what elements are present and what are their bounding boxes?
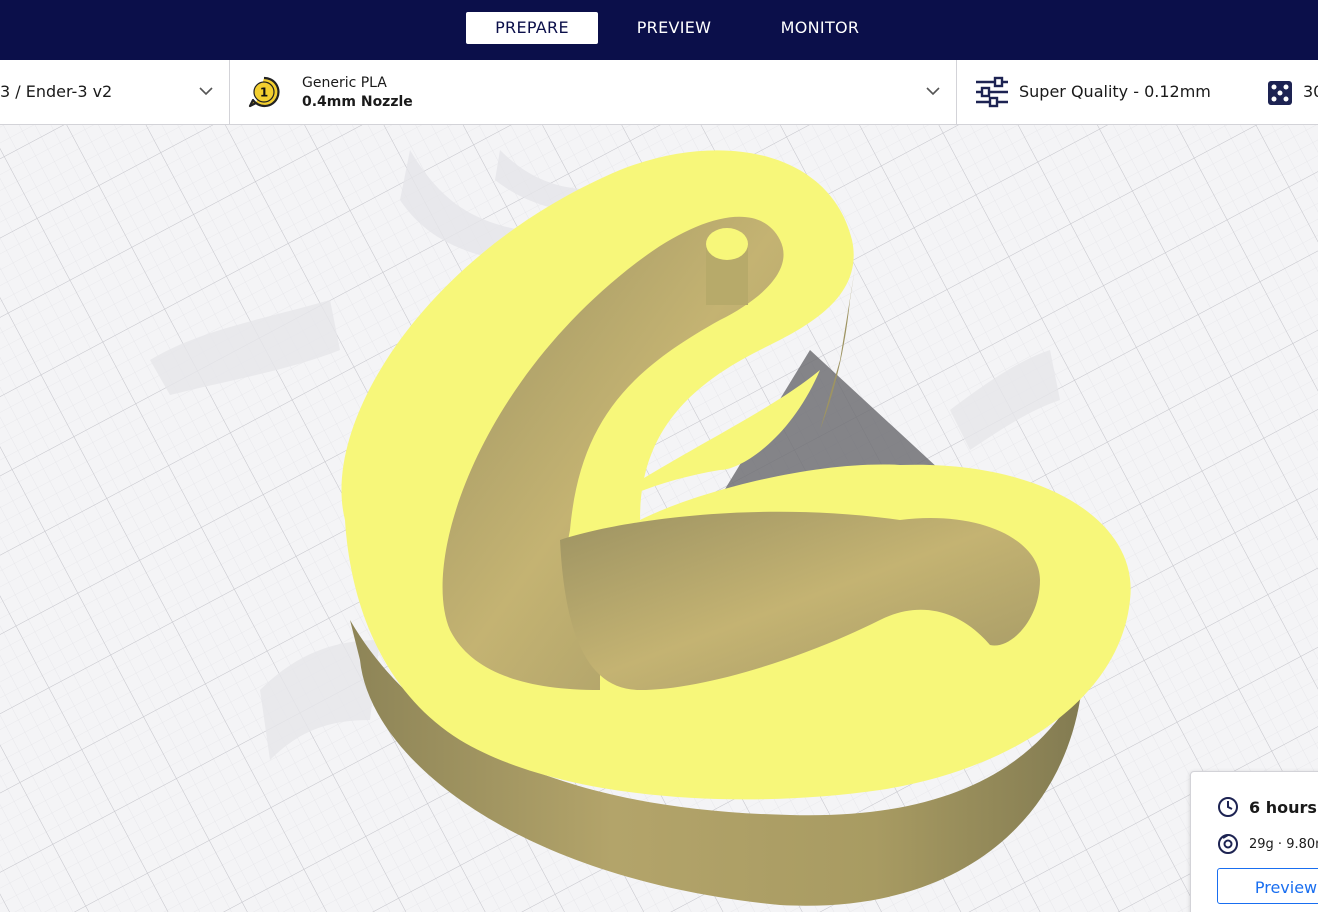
nozzle-name: 0.4mm Nozzle — [302, 94, 413, 110]
tab-preview[interactable]: PREVIEW — [612, 12, 736, 44]
printer-name: 3 / Ender-3 v2 — [0, 82, 113, 101]
clock-icon — [1218, 797, 1238, 817]
chevron-down-icon — [199, 87, 213, 96]
material-name: Generic PLA — [302, 75, 387, 91]
print-information-panel: 6 hours 0 29g · 9.80m Preview — [1190, 771, 1318, 912]
spool-icon — [1218, 834, 1238, 854]
stage-bar: PREPARE PREVIEW MONITOR — [0, 0, 1318, 60]
extruder-badge-icon: 1 — [248, 76, 280, 108]
build-plate-scene — [0, 125, 1318, 912]
print-time: 6 hours 0 — [1249, 798, 1318, 817]
sliders-icon — [976, 76, 1008, 108]
preview-button[interactable]: Preview — [1217, 868, 1318, 904]
model-hole-top — [706, 228, 748, 260]
tab-monitor[interactable]: MONITOR — [752, 12, 888, 44]
3d-viewport[interactable]: 6 hours 0 29g · 9.80m Preview — [0, 125, 1318, 912]
printer-selector[interactable]: 3 / Ender-3 v2 — [0, 60, 230, 124]
material-selector[interactable]: 1 Generic PLA 0.4mm Nozzle — [230, 60, 957, 124]
extruder-number: 1 — [260, 86, 268, 100]
tab-prepare[interactable]: PREPARE — [466, 12, 598, 44]
chevron-down-icon — [926, 87, 940, 96]
quality-profile: Super Quality - 0.12mm — [1019, 82, 1211, 101]
material-usage: 29g · 9.80m — [1249, 837, 1318, 852]
support-pattern-icon — [1268, 81, 1292, 105]
infill-value: 30 — [1303, 82, 1318, 101]
print-settings-selector[interactable]: Super Quality - 0.12mm 30 — [957, 60, 1318, 124]
header-bar: 3 / Ender-3 v2 1 Generic PLA 0.4mm Nozzl… — [0, 60, 1318, 125]
